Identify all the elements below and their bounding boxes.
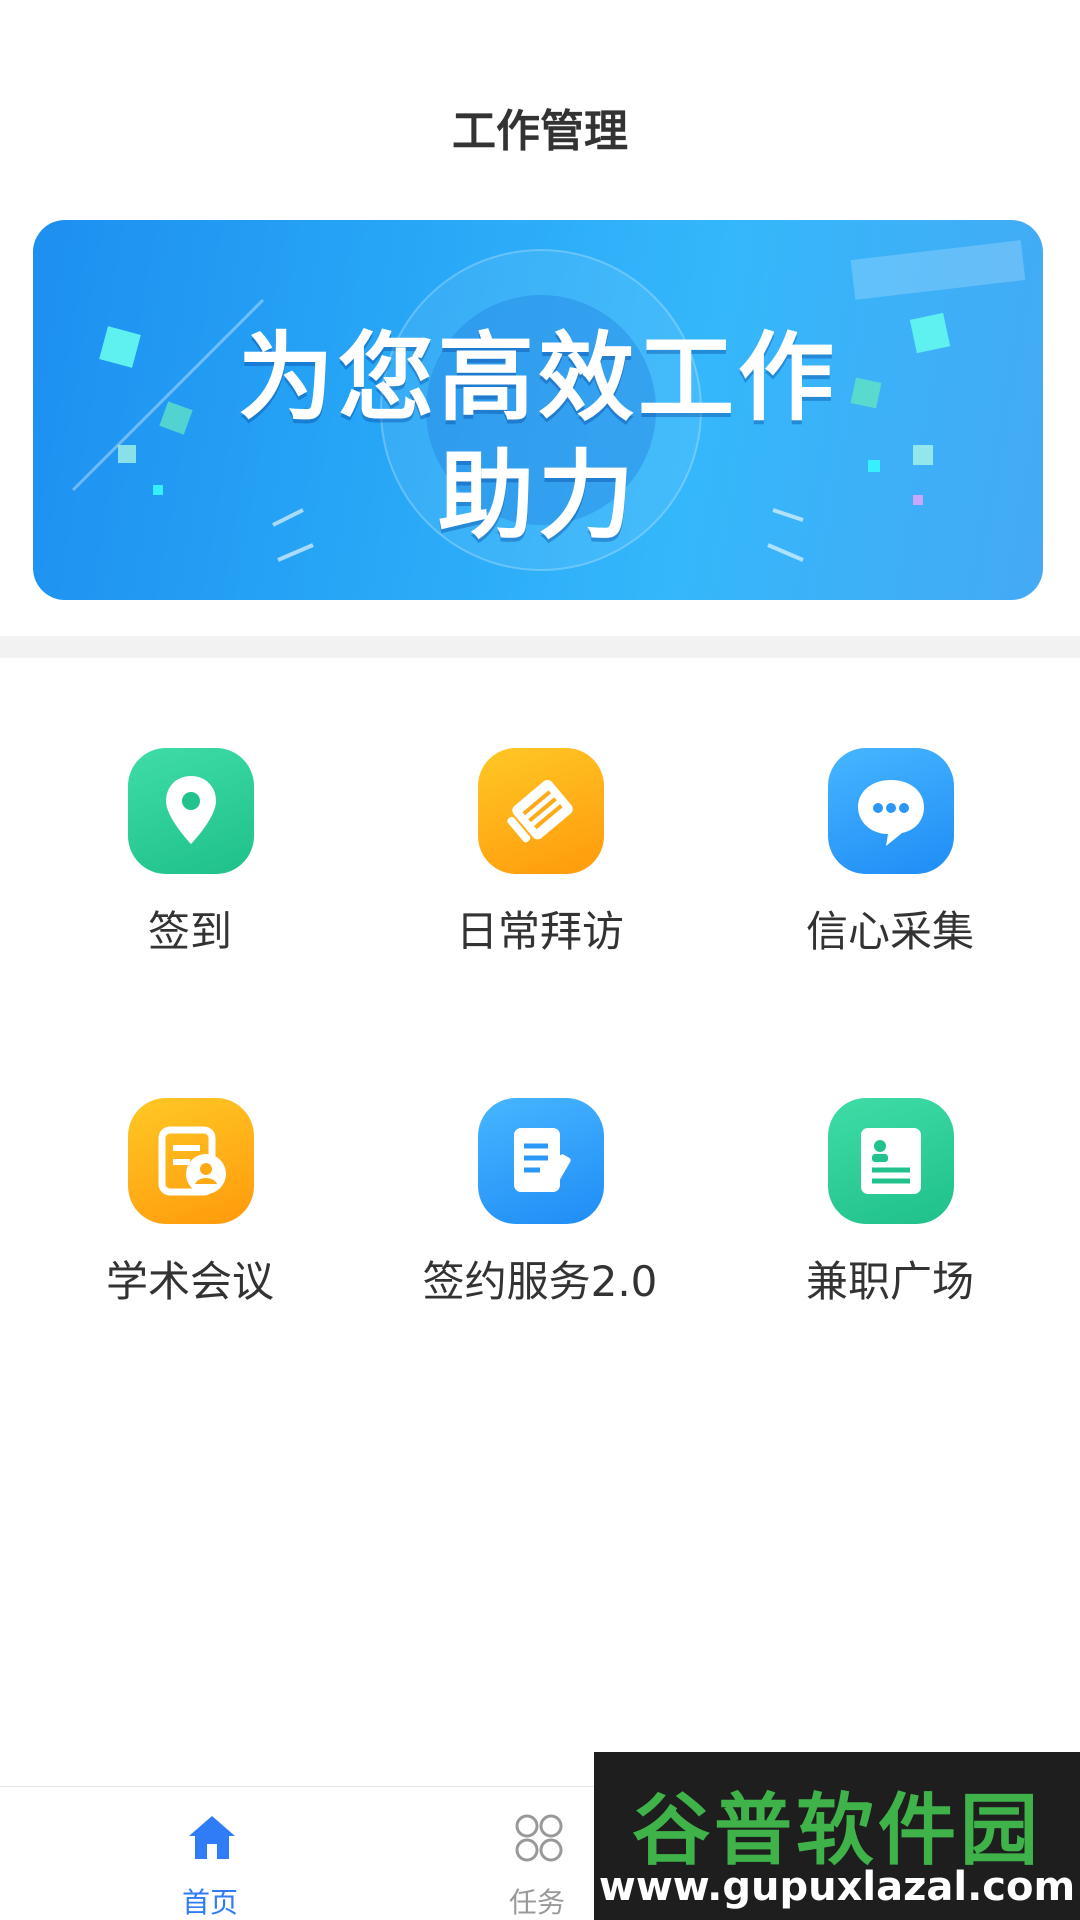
- tile-label: 签约服务2.0: [422, 1257, 658, 1306]
- chat-bubble-icon: [828, 748, 954, 874]
- tile-checkin[interactable]: 签到: [40, 658, 340, 956]
- contract-edit-icon: [478, 1098, 604, 1224]
- meeting-document-icon: [128, 1098, 254, 1224]
- grid-icon: [515, 1814, 563, 1862]
- page-title: 工作管理: [452, 106, 628, 157]
- promo-banner[interactable]: 为您高效工作 助力: [33, 220, 1043, 600]
- tile-confidence-collect[interactable]: 信心采集: [740, 658, 1040, 956]
- banner-subline: 助力: [438, 440, 638, 552]
- tab-home[interactable]: 首页: [30, 1787, 390, 1920]
- tab-label: 首页: [181, 1886, 238, 1919]
- tile-label: 日常拜访: [455, 907, 624, 956]
- profile-card-icon: [828, 1098, 954, 1224]
- tile-label: 学术会议: [105, 1257, 274, 1306]
- site-watermark: 谷普软件园 www.gupuxlazal.com: [594, 1752, 1080, 1920]
- tile-label: 兼职广场: [805, 1257, 974, 1306]
- tile-parttime-plaza[interactable]: 兼职广场: [740, 1008, 1040, 1306]
- app-header: 工作管理: [0, 0, 1080, 220]
- tile-academic-meeting[interactable]: 学术会议: [40, 1008, 340, 1306]
- section-divider: [0, 636, 1080, 658]
- location-pin-icon: [128, 748, 254, 874]
- tile-label: 信心采集: [805, 907, 974, 956]
- tile-label: 签到: [147, 907, 232, 956]
- visit-card-icon: [478, 748, 604, 874]
- tile-contract-service[interactable]: 签约服务2.0: [390, 1008, 690, 1306]
- watermark-url: www.gupuxlazal.com: [598, 1864, 1076, 1910]
- home-icon: [189, 1816, 235, 1859]
- tile-daily-visit[interactable]: 日常拜访: [390, 658, 690, 956]
